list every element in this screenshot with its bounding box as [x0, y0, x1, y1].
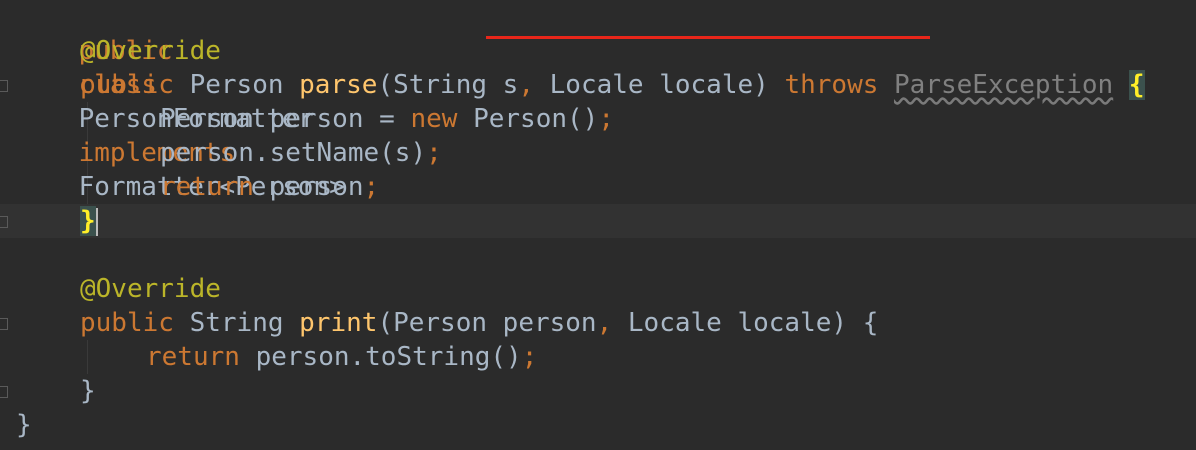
semicolon: ;	[363, 172, 380, 202]
close-brace: }	[80, 376, 96, 406]
close-brace: }	[16, 410, 32, 440]
annotation-override: @Override	[80, 36, 221, 66]
code-line-3: public Person parse(String s, Locale loc…	[80, 68, 1145, 102]
code-line-2: @Override	[80, 34, 221, 68]
fold-marker-icon[interactable]	[0, 80, 8, 92]
return-expression: person	[253, 172, 364, 202]
annotation-override: @Override	[80, 274, 221, 304]
red-highlight-underline	[486, 36, 930, 39]
indent-guide	[87, 340, 88, 374]
current-line-highlight	[0, 204, 1196, 238]
keyword-public: public	[80, 308, 174, 338]
code-line-13: }	[16, 408, 32, 442]
params: Locale locale)	[533, 70, 769, 100]
return-type: String	[189, 308, 284, 338]
code-line-11: return person.toString();	[146, 340, 537, 374]
matched-open-brace: {	[1128, 70, 1145, 100]
params: (Person person	[377, 308, 597, 338]
code-line-5: person.setName(s);	[160, 136, 442, 170]
return-type: Person	[189, 70, 284, 100]
text-caret	[95, 207, 98, 236]
fold-marker-icon[interactable]	[0, 386, 8, 398]
fold-marker-icon[interactable]	[0, 318, 8, 330]
code-line-9: @Override	[80, 272, 221, 306]
comma: ,	[596, 308, 613, 338]
exception-type: ParseException	[894, 70, 1114, 100]
keyword-throws: throws	[784, 70, 879, 100]
semicolon: ;	[598, 104, 614, 134]
code-line-6: return person;	[160, 170, 379, 204]
keyword-public: public	[80, 70, 174, 100]
keyword-return: return	[146, 342, 240, 372]
code-line-10: public String print(Person person, Local…	[80, 306, 878, 340]
declaration: Person person =	[160, 104, 411, 134]
fold-marker-icon[interactable]	[0, 216, 8, 228]
semicolon: ;	[426, 138, 442, 168]
params: (String s	[377, 70, 519, 100]
semicolon: ;	[521, 342, 538, 372]
code-line-4: Person person = new Person();	[160, 102, 614, 136]
comma: ,	[518, 70, 534, 100]
method-name-print: print	[299, 308, 378, 338]
code-editor[interactable]: public class PersonFormatter implements …	[0, 0, 1196, 450]
params: Locale locale) {	[612, 308, 879, 338]
return-expression: person.toString()	[239, 342, 522, 372]
code-line-7: }	[80, 204, 98, 238]
keyword-return: return	[160, 172, 254, 202]
statement: person.setName(s)	[160, 138, 427, 168]
keyword-new: new	[410, 104, 458, 134]
code-line-1: public class PersonFormatter implements …	[16, 0, 345, 236]
method-name-parse: parse	[299, 70, 378, 100]
matched-close-brace: }	[80, 206, 96, 236]
code-line-12: }	[80, 374, 96, 408]
constructor-call: Person()	[457, 104, 599, 134]
